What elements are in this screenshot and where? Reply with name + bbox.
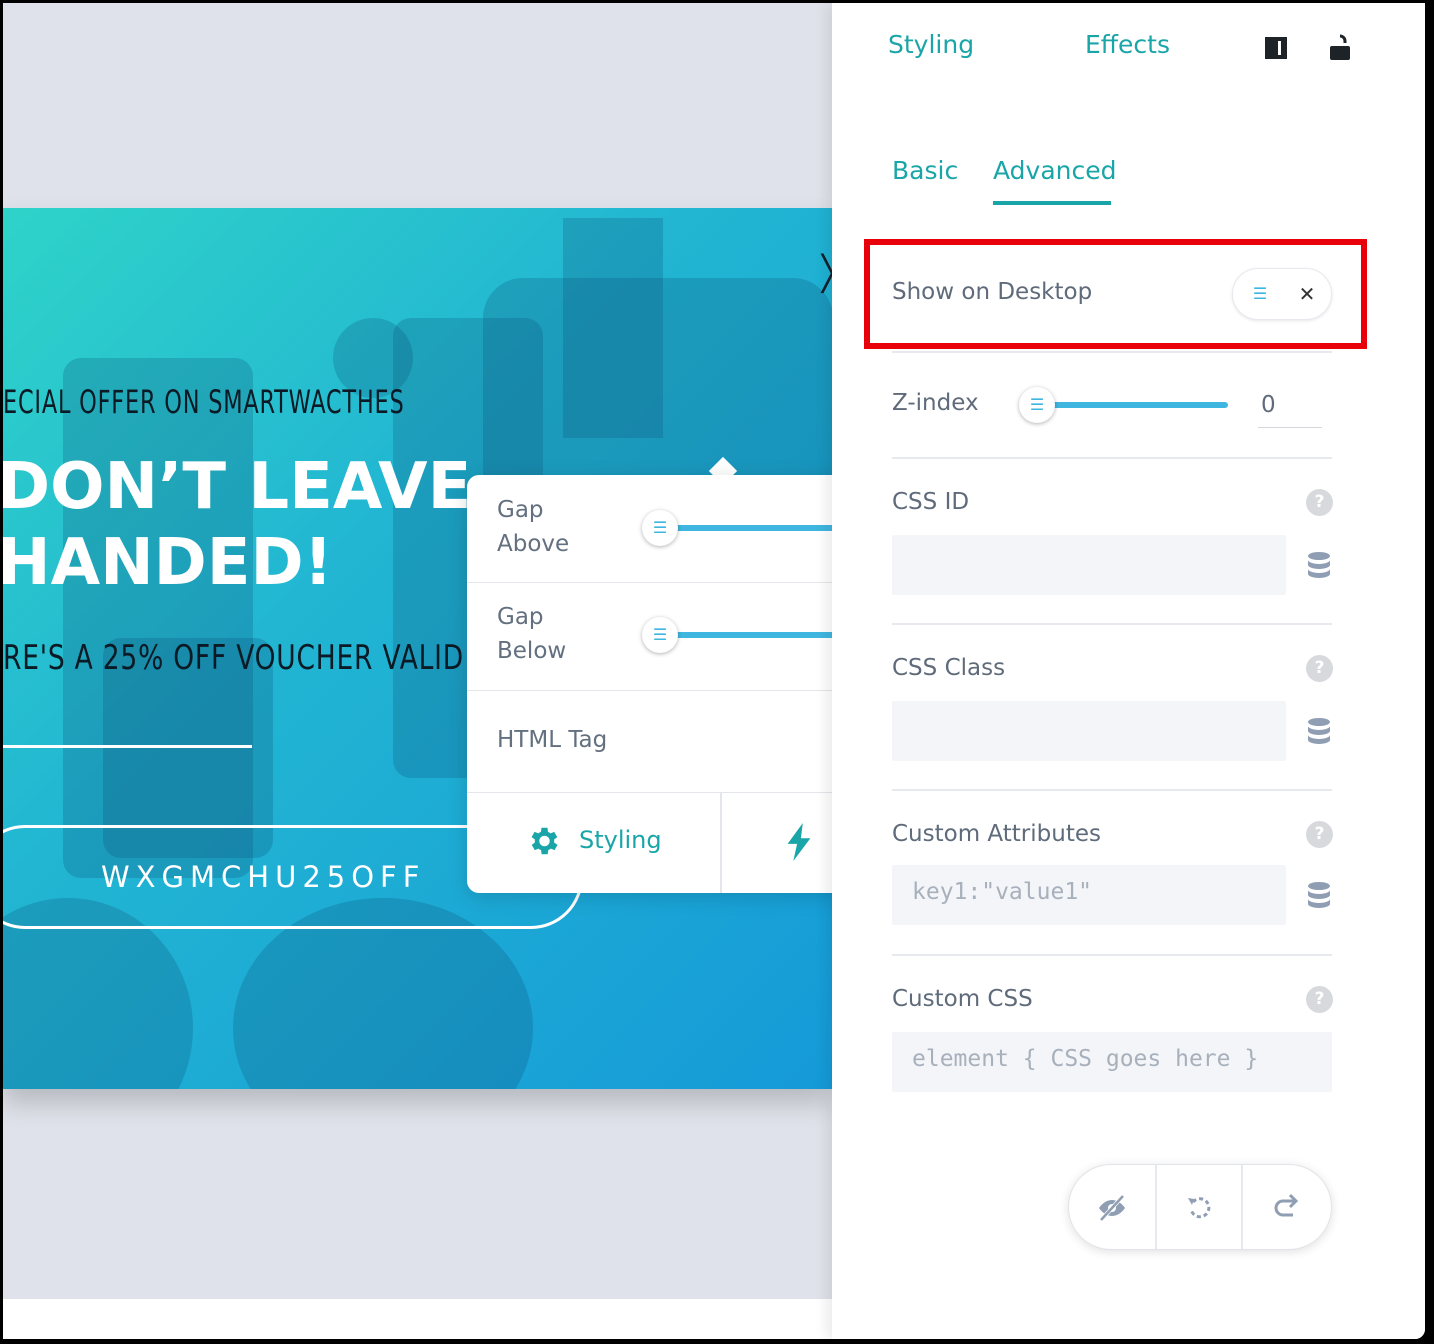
help-icon[interactable]: ? bbox=[1306, 986, 1333, 1013]
offer-heading: ECIAL OFFER ON SMARTWACTHES bbox=[3, 383, 405, 421]
help-icon[interactable]: ? bbox=[1306, 489, 1333, 516]
show-on-desktop-label: Show on Desktop bbox=[892, 279, 1093, 305]
separator bbox=[892, 789, 1332, 791]
database-icon[interactable] bbox=[1306, 881, 1332, 909]
css-id-label: CSS ID bbox=[892, 489, 970, 515]
canvas-footer bbox=[3, 1299, 832, 1339]
redo-button[interactable] bbox=[1241, 1165, 1327, 1249]
headline-line-1: DON’T LEAVE bbox=[3, 450, 472, 524]
gap-below-slider-handle[interactable]: ☰ bbox=[642, 617, 678, 653]
gap-above-slider-handle[interactable]: ☰ bbox=[642, 510, 678, 546]
help-icon[interactable]: ? bbox=[1306, 655, 1333, 682]
separator bbox=[892, 623, 1332, 625]
z-index-slider-track[interactable] bbox=[1036, 402, 1228, 408]
hide-button[interactable] bbox=[1069, 1165, 1155, 1249]
subtab-advanced[interactable]: Advanced bbox=[993, 156, 1117, 185]
tab-styling[interactable]: Styling bbox=[888, 30, 974, 59]
app-frame: ╳ ECIAL OFFER ON SMARTWACTHES DON’T LEAV… bbox=[3, 3, 1425, 1339]
popover-footer: Styling bbox=[467, 793, 832, 893]
gap-below-row: Gap Below ☰ bbox=[467, 583, 832, 691]
unlock-icon[interactable] bbox=[1329, 33, 1351, 61]
custom-css-input[interactable]: element { CSS goes here } bbox=[892, 1032, 1332, 1092]
separator bbox=[892, 351, 1332, 353]
popover-styling-button[interactable]: Styling bbox=[467, 793, 722, 893]
gap-above-slider-track[interactable] bbox=[657, 525, 832, 531]
bottom-toolbar bbox=[1068, 1164, 1332, 1250]
canvas-area: ╳ ECIAL OFFER ON SMARTWACTHES DON’T LEAV… bbox=[3, 3, 832, 1299]
z-index-input[interactable]: 0 bbox=[1258, 388, 1322, 428]
css-class-label: CSS Class bbox=[892, 655, 1006, 681]
html-tag-label: HTML Tag bbox=[497, 727, 608, 753]
help-icon[interactable]: ? bbox=[1306, 821, 1333, 848]
settings-panel: Styling Effects Basic Advanced Show on D… bbox=[832, 3, 1425, 1339]
subtab-basic[interactable]: Basic bbox=[892, 156, 958, 185]
tab-effects[interactable]: Effects bbox=[1085, 30, 1170, 59]
close-icon[interactable]: ╳ bbox=[822, 250, 832, 298]
reset-button[interactable] bbox=[1155, 1165, 1241, 1249]
close-icon: ✕ bbox=[1298, 282, 1316, 306]
z-index-slider-handle[interactable]: ☰ bbox=[1019, 387, 1055, 423]
database-icon[interactable] bbox=[1306, 551, 1332, 579]
separator bbox=[892, 457, 1332, 459]
custom-attributes-input[interactable]: key1:"value1" bbox=[892, 865, 1286, 925]
toggle-handle-icon: ☰ bbox=[1252, 284, 1268, 303]
voucher-text: RE'S A 25% OFF VOUCHER VALID bbox=[3, 638, 464, 678]
gap-below-slider-track[interactable] bbox=[657, 632, 832, 638]
z-index-label: Z-index bbox=[892, 390, 979, 416]
divider bbox=[3, 745, 252, 748]
html-tag-row[interactable]: HTML Tag bbox=[467, 691, 832, 793]
reset-icon bbox=[1188, 1197, 1211, 1219]
css-class-input[interactable] bbox=[892, 701, 1286, 761]
gap-below-label: Gap Below bbox=[497, 604, 567, 664]
lightning-icon[interactable] bbox=[785, 823, 813, 861]
gap-above-label: Gap Above bbox=[497, 497, 570, 557]
headline-line-2: HANDED! bbox=[3, 526, 333, 600]
panel-layout-icon[interactable] bbox=[1264, 36, 1288, 60]
popover-styling-label: Styling bbox=[579, 826, 662, 854]
separator bbox=[892, 954, 1332, 956]
custom-attributes-label: Custom Attributes bbox=[892, 821, 1101, 847]
element-settings-popover: Gap Above ☰ Gap Below ☰ HTML Tag Styling bbox=[467, 475, 832, 893]
eye-off-icon bbox=[1099, 1194, 1125, 1222]
custom-css-label: Custom CSS bbox=[892, 986, 1033, 1012]
database-icon[interactable] bbox=[1306, 717, 1332, 745]
active-tab-indicator bbox=[993, 201, 1111, 205]
css-id-input[interactable] bbox=[892, 535, 1286, 595]
show-on-desktop-toggle[interactable]: ☰ ✕ bbox=[1232, 268, 1332, 320]
gap-above-row: Gap Above ☰ bbox=[467, 475, 832, 583]
gear-icon bbox=[531, 827, 558, 855]
redo-icon bbox=[1274, 1193, 1299, 1217]
